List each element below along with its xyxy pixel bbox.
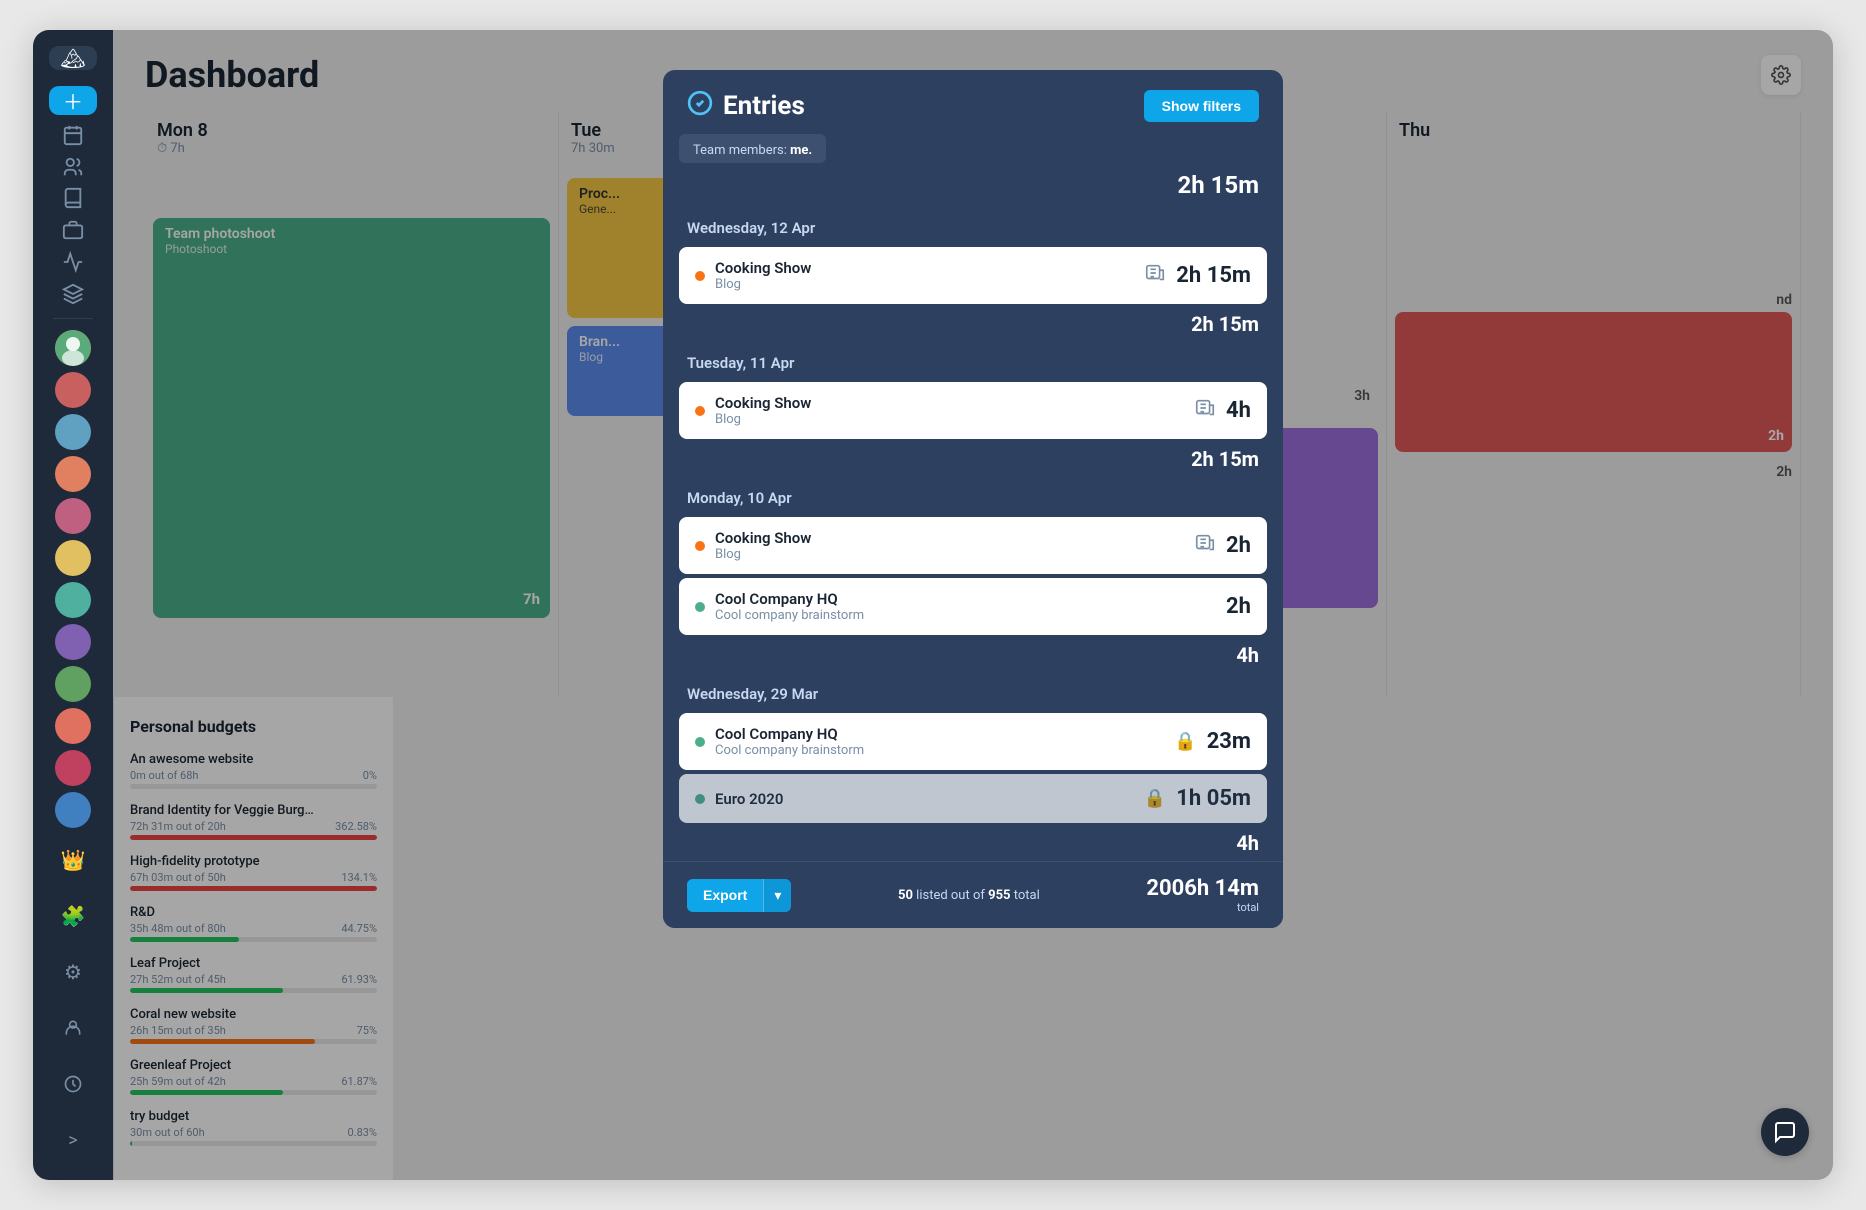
modal-overlay: Entries Show filters Team members: me. 2… [113,30,1833,1180]
avatar-list [55,330,91,828]
section-total: 4h [663,827,1283,861]
show-filters-button[interactable]: Show filters [1144,90,1259,122]
modal-count: 50 listed out of 955 total [898,888,1040,903]
entry-info: Cool Company HQ Cool company brainstorm [715,725,1164,758]
entry-card[interactable]: Euro 2020 🔒 1h 05m [679,774,1267,823]
entry-time: 2h [1226,533,1251,558]
entry-task: Blog [715,547,1184,562]
modal-footer: Export ▾ 50 listed out of 955 total 2006… [663,861,1283,928]
entries-date-header: Wednesday, 12 Apr [663,207,1283,243]
timer-icon [1194,397,1216,424]
entry-task: Cool company brainstorm [715,743,1164,758]
entry-time: 2h [1226,594,1251,619]
modal-grand-total: 2006h 14m total [1146,876,1259,914]
entry-time: 23m [1207,729,1251,754]
modal-header: Entries Show filters [663,70,1283,134]
avatar[interactable] [55,456,91,492]
main-content: Dashboard Mon 8 ⏱ 7h Tue 7h 30m [113,30,1833,1180]
entry-info: Cooking Show Blog [715,259,1134,292]
avatar[interactable] [55,792,91,828]
entries-date-header: Wednesday, 29 Mar [663,673,1283,709]
entry-project: Cool Company HQ [715,590,1216,608]
sidebar-btn-layers[interactable] [49,282,97,306]
grand-total-label: total [1146,901,1259,914]
avatar[interactable] [55,708,91,744]
sidebar-btn-team[interactable] [49,155,97,179]
section-total: 2h 15m [663,443,1283,477]
entry-dot [695,406,705,416]
avatar[interactable] [55,540,91,576]
chat-button[interactable] [1761,1108,1809,1156]
sidebar-btn-add[interactable]: ＋ [49,86,97,115]
sidebar-collapse-btn[interactable]: > [49,1116,97,1164]
avatar[interactable] [55,414,91,450]
entry-project: Cooking Show [715,529,1184,547]
entry-project: Cool Company HQ [715,725,1164,743]
entry-dot [695,602,705,612]
avatar[interactable] [55,372,91,408]
sidebar-bottom: 👑 🧩 ⚙ > [49,836,97,1164]
entries-date-header: Monday, 10 Apr [663,477,1283,513]
entry-time: 2h 15m [1176,263,1251,288]
modal-body: Wednesday, 12 Apr Cooking Show Blog 2h 1… [663,207,1283,861]
sidebar-btn-crown[interactable]: 👑 [49,836,97,884]
timer-icon [1144,262,1166,289]
export-dropdown-btn[interactable]: ▾ [763,879,791,912]
entry-card[interactable]: Cooking Show Blog 2h [679,517,1267,574]
grand-total-time: 2006h 14m [1146,876,1259,901]
sidebar-divider [53,318,93,319]
sidebar-btn-profile[interactable] [49,1004,97,1052]
entry-card[interactable]: Cooking Show Blog 4h [679,382,1267,439]
entry-dot [695,271,705,281]
sidebar-btn-briefcase[interactable] [49,218,97,242]
sidebar-btn-history[interactable] [49,1060,97,1108]
export-btn-group: Export ▾ [687,879,791,912]
avatar[interactable] [55,582,91,618]
sidebar-btn-calendar[interactable] [49,123,97,147]
avatar[interactable] [55,330,91,366]
entry-project: Cooking Show [715,259,1134,277]
entry-card[interactable]: Cool Company HQ Cool company brainstorm … [679,578,1267,635]
entry-dot [695,541,705,551]
entry-task: Cool company brainstorm [715,608,1216,623]
sidebar: 🏔 ＋ [33,30,113,1180]
lock-icon: 🔒 [1174,731,1196,752]
avatar[interactable] [55,624,91,660]
modal-header-total: 2h 15m [663,171,1283,207]
sidebar-btn-chart[interactable] [49,250,97,274]
entries-modal: Entries Show filters Team members: me. 2… [663,70,1283,928]
sidebar-btn-settings[interactable]: ⚙ [49,948,97,996]
lock-icon: 🔒 [1144,788,1166,809]
entry-info: Cooking Show Blog [715,529,1184,562]
entry-project: Euro 2020 [715,790,1134,808]
section-total: 2h 15m [663,308,1283,342]
entry-time: 4h [1226,398,1251,423]
entry-dot [695,794,705,804]
modal-title-text: Entries [723,91,805,121]
team-badge: Team members: me. [679,134,826,163]
entries-date-header: Tuesday, 11 Apr [663,342,1283,378]
entry-info: Cool Company HQ Cool company brainstorm [715,590,1216,623]
entry-info: Cooking Show Blog [715,394,1184,427]
entry-info: Euro 2020 [715,790,1134,808]
sidebar-btn-book[interactable] [49,187,97,211]
sidebar-btn-puzzle[interactable]: 🧩 [49,892,97,940]
entry-task: Blog [715,277,1134,292]
export-button[interactable]: Export [687,879,763,911]
avatar[interactable] [55,498,91,534]
entry-project: Cooking Show [715,394,1184,412]
entries-icon [687,90,713,122]
entry-dot [695,737,705,747]
entry-card[interactable]: Cool Company HQ Cool company brainstorm … [679,713,1267,770]
avatar[interactable] [55,666,91,702]
entry-time: 1h 05m [1176,786,1251,811]
avatar[interactable] [55,750,91,786]
section-total: 4h [663,639,1283,673]
logo[interactable]: 🏔 [49,46,97,70]
modal-title-row: Entries [687,90,805,122]
entry-task: Blog [715,412,1184,427]
entry-card[interactable]: Cooking Show Blog 2h 15m [679,247,1267,304]
timer-icon [1194,532,1216,559]
